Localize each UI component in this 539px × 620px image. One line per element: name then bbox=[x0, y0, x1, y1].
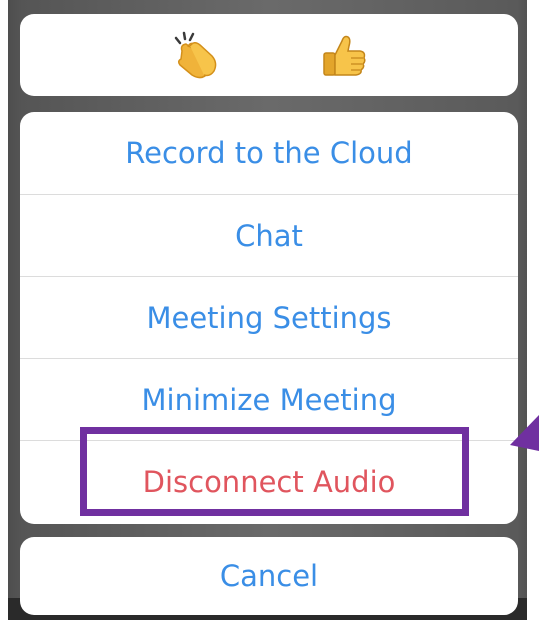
left-margin bbox=[0, 0, 8, 620]
meeting-actions-menu: Record to the Cloud Chat Meeting Setting… bbox=[20, 112, 518, 524]
disconnect-audio-button[interactable]: Disconnect Audio bbox=[20, 440, 518, 523]
minimize-meeting-button[interactable]: Minimize Meeting bbox=[20, 358, 518, 441]
chat-button[interactable]: Chat bbox=[20, 194, 518, 277]
reaction-bar bbox=[20, 14, 518, 96]
meeting-settings-button[interactable]: Meeting Settings bbox=[20, 276, 518, 359]
clapping-hands-icon bbox=[174, 31, 217, 79]
right-margin bbox=[527, 0, 539, 620]
thumbs-up-reaction-button[interactable] bbox=[318, 29, 370, 81]
clap-reaction-button[interactable] bbox=[168, 29, 220, 81]
record-to-cloud-button[interactable]: Record to the Cloud bbox=[20, 112, 518, 194]
thumbs-up-icon bbox=[323, 35, 366, 76]
cancel-button[interactable]: Cancel bbox=[20, 537, 518, 615]
